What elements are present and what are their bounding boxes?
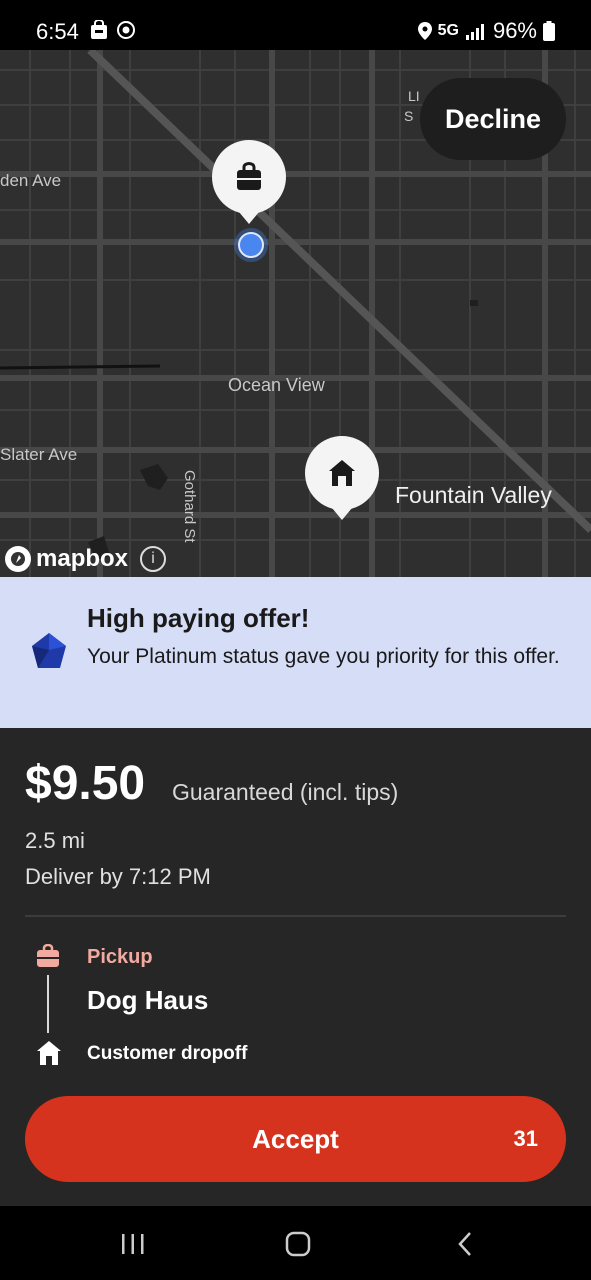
status-right: 5G 96% (417, 18, 555, 44)
promo-text: Your Platinum status gave you priority f… (87, 645, 560, 668)
shopping-bag-notification-icon (91, 20, 107, 39)
status-time: 6:54 (36, 19, 79, 44)
promo-title: High paying offer! (87, 603, 310, 633)
accept-countdown: 31 (513, 1126, 538, 1151)
home-button[interactable] (268, 1224, 328, 1264)
recent-apps-icon (122, 1234, 144, 1254)
home-nav-icon (285, 1231, 311, 1257)
battery-icon (543, 21, 555, 41)
route-line (47, 975, 49, 1033)
navigation-bar (0, 1206, 591, 1280)
location-icon (417, 22, 432, 40)
mapbox-wordmark: mapbox (36, 545, 129, 572)
pickup-map-pin[interactable] (212, 140, 286, 224)
recent-apps-button[interactable] (103, 1224, 163, 1264)
map-label-partial-2: S (404, 108, 414, 124)
area-label-ocean-view: Ocean View (228, 375, 325, 395)
offer-distance: 2.5 mi (25, 828, 85, 853)
mapbox-attribution[interactable]: mapbox i (4, 545, 167, 573)
signal-icon (465, 24, 484, 40)
back-icon (458, 1232, 471, 1256)
battery-percent: 96% (492, 18, 537, 43)
price-guarantee-note: Guaranteed (incl. tips) (172, 779, 399, 805)
status-notification-icons (90, 20, 136, 40)
map-info-icon[interactable]: i (140, 546, 167, 572)
street-label-den-ave: den Ave (0, 171, 62, 190)
dropoff-map-pin[interactable] (305, 436, 379, 520)
store-name: Dog Haus (87, 985, 209, 1015)
street-label-slater-ave: Slater Ave (0, 445, 78, 464)
network-type: 5G (437, 22, 459, 39)
platinum-badge-icon (32, 633, 66, 668)
dropoff-label: Customer dropoff (87, 1043, 248, 1064)
back-button[interactable] (435, 1224, 495, 1264)
dropoff-home-icon (37, 1041, 61, 1065)
mapbox-logo-icon (5, 546, 31, 572)
deliver-by-time: Deliver by 7:12 PM (25, 864, 211, 889)
street-label-gothard-st: Gothard St (181, 470, 198, 543)
pickup-label: Pickup (87, 946, 153, 968)
accept-button[interactable]: Accept 31 (25, 1096, 566, 1182)
map-label-partial: LI (408, 88, 420, 104)
status-bar: 6:54 5G 96% (0, 0, 591, 50)
divider (25, 915, 566, 917)
offer-price: $9.50 (25, 757, 146, 810)
current-location-dot (234, 228, 268, 262)
city-label-fountain-valley: Fountain Valley (395, 482, 552, 508)
pickup-bag-icon (37, 944, 59, 967)
accept-label: Accept (252, 1124, 339, 1154)
shopping-bag-icon (237, 162, 261, 190)
decline-button[interactable]: Decline (420, 78, 566, 160)
home-icon (329, 460, 355, 486)
record-notification-icon (117, 21, 135, 39)
